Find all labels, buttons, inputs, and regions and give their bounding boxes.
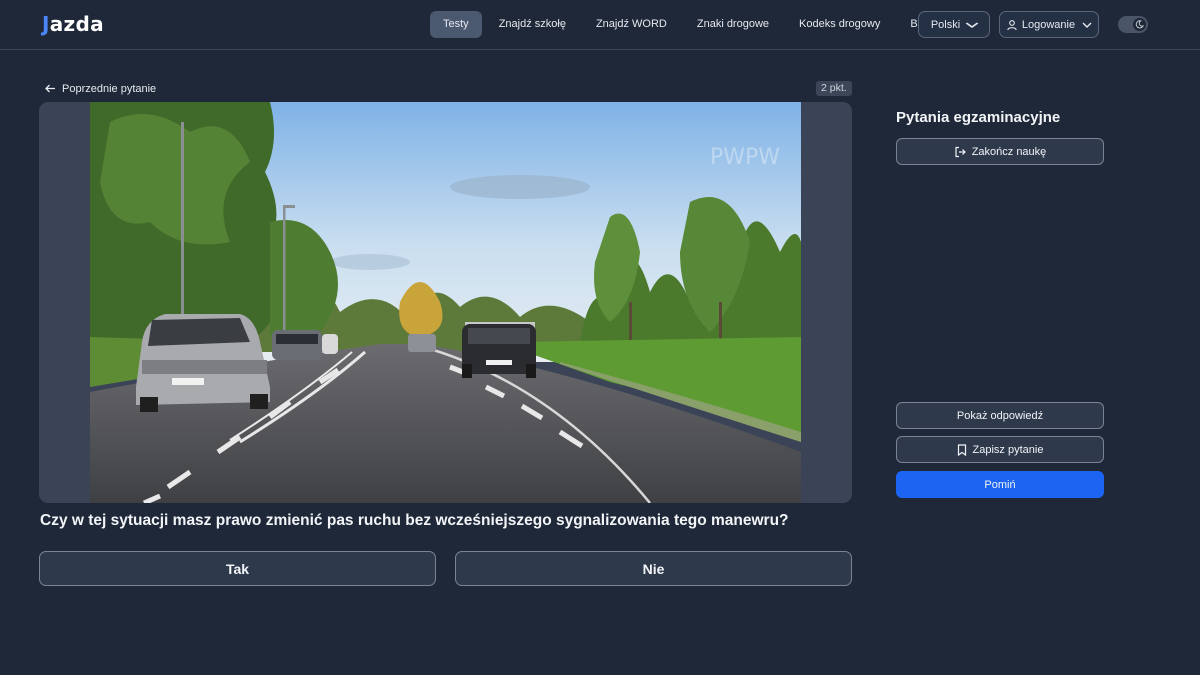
user-icon [1007, 19, 1017, 30]
moon-icon [1133, 18, 1146, 31]
save-question-button[interactable]: Zapisz pytanie [896, 436, 1104, 463]
nav-link-find-school[interactable]: Znajdź szkołę [486, 11, 579, 38]
theme-toggle[interactable] [1118, 16, 1148, 33]
chevron-down-icon [1082, 22, 1092, 28]
logo-j: J [42, 12, 50, 36]
login-button[interactable]: Logowanie [999, 11, 1099, 38]
exit-icon [955, 146, 966, 157]
save-question-label: Zapisz pytanie [972, 443, 1044, 456]
nav-link-traffic-code[interactable]: Kodeks drogowy [786, 11, 893, 38]
nav-link-testy[interactable]: Testy [430, 11, 482, 38]
skip-button[interactable]: Pomiń [896, 471, 1104, 498]
show-answer-button[interactable]: Pokaż odpowiedź [896, 402, 1104, 429]
question-image: PWPW [90, 102, 801, 503]
language-label: Polski [930, 18, 961, 31]
logo-rest: azda [49, 12, 104, 36]
previous-question-link[interactable]: Poprzednie pytanie [45, 81, 156, 96]
end-learning-button[interactable]: Zakończ naukę [896, 138, 1104, 165]
previous-question-label: Poprzednie pytanie [62, 82, 157, 95]
login-label: Logowanie [1021, 18, 1076, 31]
sidebar-title: Pytania egzaminacyjne [896, 109, 1061, 126]
answer-no-button[interactable]: Nie [455, 551, 852, 586]
chevron-down-icon [965, 22, 979, 28]
end-learning-label: Zakończ naukę [971, 145, 1047, 158]
logo[interactable]: Jazda [42, 11, 104, 37]
answer-yes-button[interactable]: Tak [39, 551, 436, 586]
logo-text: Jazda [42, 12, 104, 36]
arrow-left-icon [45, 84, 55, 93]
points-badge: 2 pkt. [816, 81, 852, 96]
image-watermark: PWPW [710, 145, 780, 170]
language-select[interactable]: Polski [918, 11, 990, 38]
nav-links: Testy Znajdź szkołę Znajdź WORD Znaki dr… [430, 11, 949, 38]
question-media-frame: PWPW [39, 102, 852, 503]
bookmark-icon [957, 443, 966, 456]
question-text: Czy w tej sytuacji masz prawo zmienić pa… [40, 512, 789, 529]
nav-link-road-signs[interactable]: Znaki drogowe [684, 11, 782, 38]
nav-link-find-word[interactable]: Znajdź WORD [583, 11, 680, 38]
top-navbar: Jazda Testy Znajdź szkołę Znajdź WORD Zn… [0, 0, 1200, 50]
